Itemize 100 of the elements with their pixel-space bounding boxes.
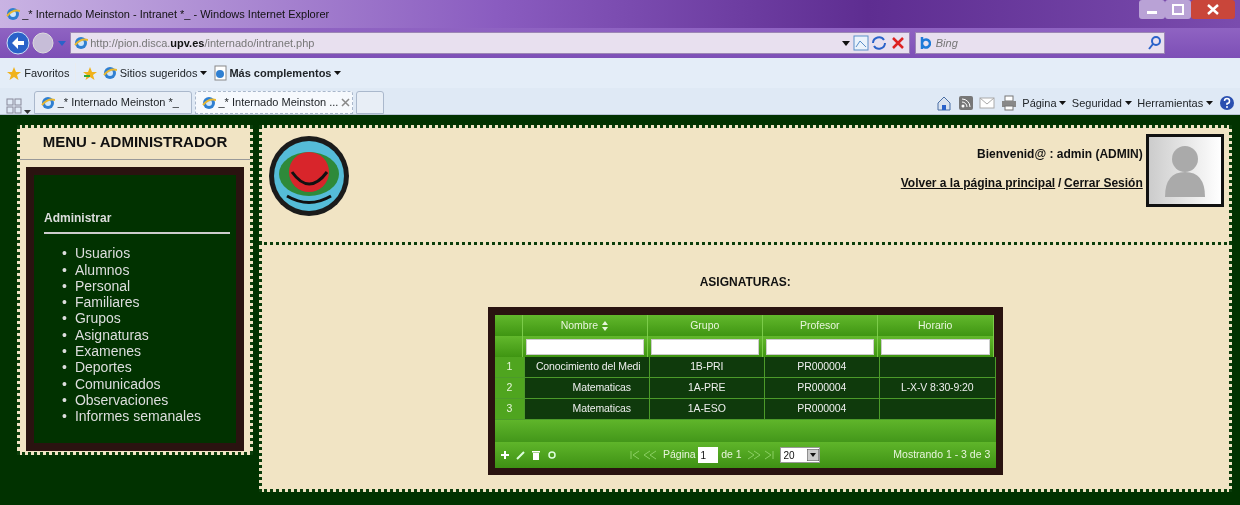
menu-link[interactable]: Grupos (74, 310, 121, 327)
table-cell: Matematicas (524, 378, 650, 399)
bullet: • (62, 261, 67, 278)
dropdown-icon (806, 449, 819, 461)
filter-field[interactable] (765, 338, 874, 355)
new-tab-button[interactable] (355, 91, 384, 114)
help-icon[interactable] (1218, 95, 1235, 111)
star-icon (5, 65, 22, 81)
add-favorite-icon[interactable] (81, 65, 98, 81)
caret-icon[interactable] (841, 40, 850, 46)
row-number: 2 (494, 378, 525, 399)
bullet: • (62, 391, 67, 409)
menu-title: MENU - ADMINISTRADOR (20, 128, 250, 160)
table-cell: Conocimiento del Medi (524, 357, 650, 378)
page-size-select[interactable]: 20 (779, 447, 820, 463)
bullet: • (62, 326, 67, 344)
separator: / (1057, 175, 1062, 190)
close-tab-icon[interactable] (341, 98, 351, 107)
page-icon (212, 65, 227, 81)
menu-link[interactable]: Asignaturas (74, 326, 149, 344)
filter-field[interactable] (525, 338, 644, 355)
browser-icon (201, 95, 216, 110)
filter-field[interactable] (880, 338, 990, 355)
forward-button[interactable] (32, 32, 55, 54)
menu-section-title: Administrar (44, 208, 230, 235)
bullet: • (62, 343, 67, 360)
menu-link[interactable]: Personal (74, 277, 131, 295)
menu-link[interactable]: Familiares (74, 294, 140, 311)
menu-link[interactable]: Alumnos (74, 261, 130, 278)
home-link[interactable]: Volver a la página principal (900, 175, 1056, 190)
table-cell: 1A-PRE (649, 378, 765, 399)
command-menu[interactable]: Herramientas (1137, 94, 1213, 112)
favorites-item[interactable]: Sitios sugeridos (103, 64, 208, 82)
menu-link[interactable]: Comunicados (74, 375, 161, 392)
search-icon[interactable] (1147, 36, 1162, 50)
window-title: _* Internado Meinston - Intranet *_ - Windows Internet Explorer (22, 6, 330, 22)
browser-icon (73, 36, 88, 50)
search-input[interactable]: Bing (933, 33, 1145, 53)
browser-icon (41, 95, 55, 110)
refresh-icon[interactable] (871, 35, 888, 51)
table-cell: PR000004 (764, 357, 880, 378)
minimize-button[interactable] (1138, 0, 1165, 19)
table-cell: 1B-PRI (649, 357, 765, 378)
table-cell: 1A-ESO (649, 399, 765, 420)
table-cell: PR000004 (764, 399, 880, 420)
section-heading: ASIGNATURAS: (699, 273, 791, 291)
command-menu[interactable]: Seguridad (1071, 94, 1132, 112)
back-button[interactable] (5, 31, 30, 55)
edit-icon[interactable] (515, 450, 526, 460)
trash-icon[interactable] (531, 450, 542, 460)
close-button[interactable] (1190, 0, 1235, 19)
caret-icon (200, 71, 208, 75)
browser-icon (5, 7, 20, 21)
welcome-text: Bienvenid@ : admin (ADMIN) (977, 145, 1143, 163)
caret-icon (1124, 101, 1132, 105)
browser-tab[interactable]: _* Internado Meinston *_ (34, 91, 192, 114)
table-cell: L-X-V 8:30-9:20 (879, 378, 996, 399)
mail-icon[interactable] (979, 95, 996, 111)
favorites-item[interactable]: Más complementos (212, 64, 342, 82)
menu-link[interactable]: Usuarios (74, 245, 131, 262)
table-cell: PR000004 (764, 378, 880, 399)
page-count: de 1 (721, 447, 742, 463)
menu-link[interactable]: Examenes (74, 343, 142, 360)
first-prev-icon[interactable] (630, 450, 658, 460)
caret-icon (334, 71, 342, 75)
feed-icon[interactable] (957, 95, 974, 111)
header-cell (494, 315, 523, 336)
browser-tab[interactable]: _* Internado Meinston ... (194, 91, 353, 114)
menu-link[interactable]: Informes semanales (74, 408, 201, 425)
bullet: • (62, 245, 67, 262)
printer-icon[interactable] (1000, 95, 1017, 111)
menu-link[interactable]: Deportes (74, 359, 132, 376)
record-count: Mostrando 1 - 3 de 3 (893, 447, 991, 463)
row-number: 1 (494, 357, 525, 378)
menu-link[interactable]: Observaciones (74, 391, 169, 409)
browser-icon (103, 66, 117, 80)
maximize-button[interactable] (1164, 0, 1191, 19)
address-field[interactable]: http://pion.disca.upv.es/internado/intranet.php (69, 32, 910, 54)
add-icon[interactable] (500, 450, 511, 460)
bullet: • (62, 277, 67, 295)
bullet: • (62, 408, 67, 425)
bullet: • (62, 375, 67, 392)
caret-icon (1059, 101, 1067, 105)
filter-field[interactable] (650, 338, 759, 355)
next-last-icon[interactable] (747, 450, 775, 460)
page-field[interactable]: 1 (698, 447, 719, 463)
bullet: • (62, 294, 67, 311)
refresh-icon[interactable] (546, 450, 557, 460)
search-field[interactable]: Bing (915, 32, 1166, 54)
row-number: 3 (494, 399, 525, 420)
home-icon[interactable] (936, 95, 953, 111)
page-label: Página (663, 447, 696, 463)
bullet: • (62, 310, 67, 327)
caret-icon (1206, 101, 1213, 105)
bullet: • (62, 359, 67, 376)
logout-link[interactable]: Cerrar Sesión (1064, 175, 1143, 190)
stop-icon[interactable] (890, 35, 906, 51)
favorites-item[interactable]: Favoritos (5, 64, 70, 82)
command-menu[interactable]: Página (1022, 94, 1067, 112)
bing-icon (919, 35, 931, 51)
